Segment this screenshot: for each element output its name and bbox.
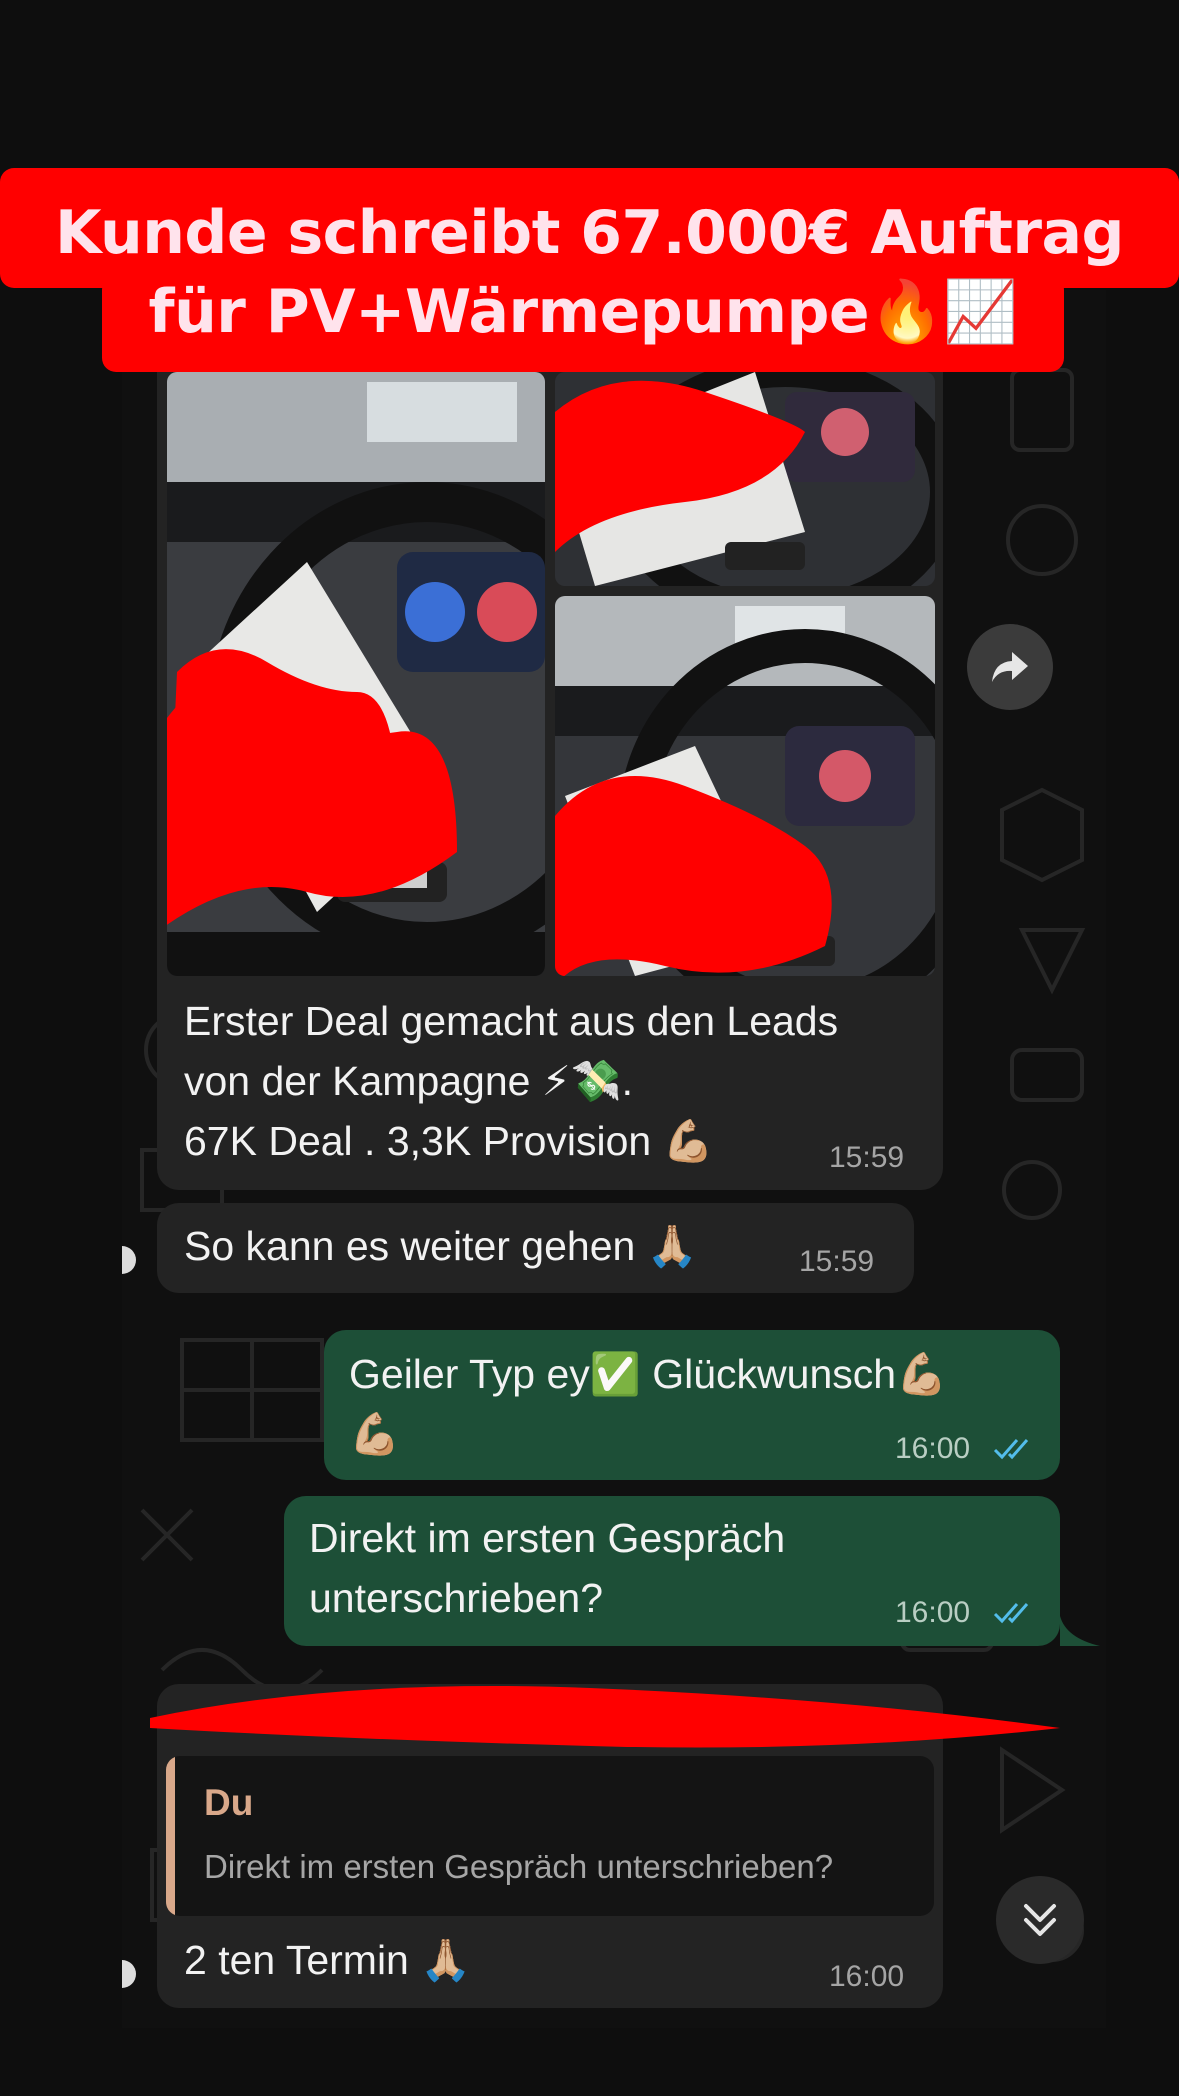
message-text: Direkt im ersten Gespräch [309, 1515, 786, 1561]
message-text: 💪🏼 [349, 1411, 401, 1457]
forward-arrow-icon [992, 652, 1028, 682]
caption-banner-line-1: Kunde schreibt 67.000€ Auftrag [0, 168, 1179, 288]
message-time: 16:00 [895, 1432, 971, 1465]
caption-banner-line-2: für PV+Wärmepumpe🔥📈 [102, 276, 1064, 372]
photo-left[interactable] [167, 372, 545, 976]
message-time: 16:00 [829, 1960, 905, 1993]
car-dashboard-photo [167, 372, 545, 976]
message-time: 15:59 [799, 1245, 875, 1278]
redaction-scribble [150, 1686, 1060, 1748]
message-text: 2 ten Termin 🙏🏼 [184, 1937, 472, 1983]
double-check-icon [993, 1603, 1029, 1624]
photo-top-right[interactable] [555, 372, 935, 586]
screen: Erster Deal gemacht aus den Leads von de… [0, 0, 1179, 2096]
quote-author: Du [204, 1782, 254, 1823]
message-text: Geiler Typ ey✅ Glückwunsch💪🏼 [349, 1351, 948, 1397]
bubble-tail [1060, 1616, 1100, 1646]
double-check-icon [993, 1439, 1029, 1460]
quote-accent-bar [166, 1756, 175, 1916]
car-dashboard-photo [555, 372, 935, 586]
message-text: unterschrieben? [309, 1575, 604, 1621]
double-chevron-down-icon [1024, 1904, 1056, 1936]
message-text: So kann es weiter gehen 🙏🏼 [184, 1223, 698, 1269]
car-dashboard-photo [555, 596, 935, 976]
caption-line-1: Erster Deal gemacht aus den Leads [184, 998, 839, 1044]
forward-button[interactable] [967, 624, 1053, 710]
message-time: 15:59 [829, 1141, 905, 1174]
photo-bottom-right[interactable] [555, 596, 935, 976]
scroll-to-bottom-button[interactable] [996, 1876, 1084, 1964]
quote-text: Direkt im ersten Gespräch unterschrieben… [204, 1848, 834, 1885]
caption-line-2: von der Kampagne ⚡💸. [184, 1058, 634, 1104]
message-time: 16:00 [895, 1596, 971, 1629]
caption-line-3: 67K Deal . 3,3K Provision 💪🏼 [184, 1118, 714, 1164]
reply-quote[interactable]: Du Direkt im ersten Gespräch unterschrie… [166, 1756, 934, 1916]
